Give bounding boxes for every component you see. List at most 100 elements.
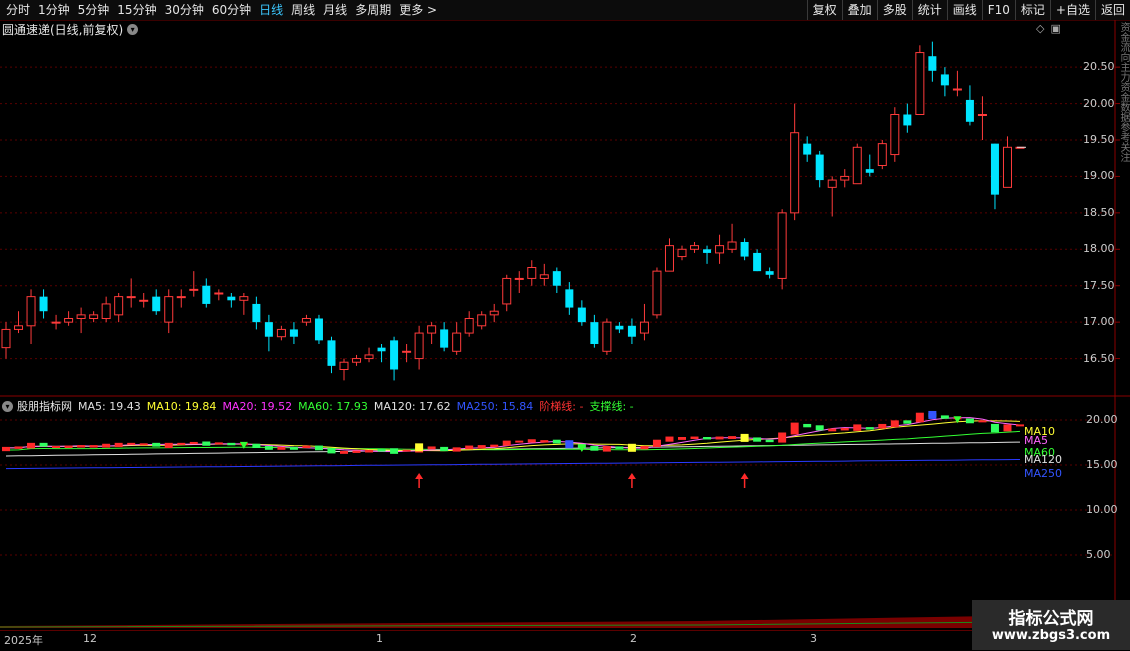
indicator-bar [289,446,298,450]
price-axis-label: 19.00 [1083,169,1115,183]
candle-body [64,318,74,323]
indicator-bar [915,412,924,423]
candle-body [840,175,850,181]
indicator-bar [803,423,812,428]
candle-body [565,289,574,308]
candle-body [152,296,161,312]
candle-body [352,358,362,363]
indicator-bar [202,441,211,446]
indicator-bar [427,446,436,450]
candle-body [552,271,561,286]
chart-canvas[interactable] [0,0,1130,650]
indicator-bar [640,446,649,450]
indicator-bar [502,440,511,446]
ma-value-label: MA60: 17.93 [298,399,368,413]
candle-body [677,248,687,258]
candle-body [139,299,149,302]
candle-body [477,314,487,327]
ma-value-label: MA250: 15.84 [456,399,534,413]
candle-body [227,296,236,301]
candle-body [527,267,537,279]
candle-body [26,296,36,327]
indicator-bar [227,442,236,446]
indicator-bar [728,436,737,439]
candle-body [514,277,524,280]
candle-body [76,314,86,320]
indicator-bar [965,418,974,424]
indicator-bar [64,445,73,448]
date-label-feb: 2 [630,632,637,645]
candle-body [314,318,323,341]
indicator-bar [590,446,599,451]
indicator-line-label: MA120 [1024,453,1063,466]
indicator-bar [27,442,36,449]
indicator-bar [940,415,949,419]
support-line-label: 支撑线: - [589,400,634,413]
indicator-bar [978,420,987,423]
watermark-url: www.zbgs3.com [991,628,1111,643]
candle-body [289,329,298,337]
price-axis-label: 20.50 [1083,60,1115,74]
candle-body [877,143,887,166]
candle-body [903,114,912,126]
indicator-bar [340,450,348,454]
indicator-bar [152,442,161,447]
indicator-bar [102,443,111,448]
signal-box [928,410,937,419]
candle-body [264,322,273,337]
candle-body [753,252,762,272]
indicator-bar [527,439,536,443]
date-label-jan: 1 [376,632,383,645]
indicator-bar [402,449,411,452]
candle-body [114,296,124,316]
indicator-axis-label: 15.00 [1086,458,1118,471]
ma250-line [5,459,1021,470]
candle-body [126,296,136,299]
indicator-bar [615,446,624,449]
date-label-mar: 3 [810,632,817,645]
candle-body [51,321,61,324]
price-axis-label: 19.50 [1083,133,1115,146]
ma-value-list: MA5: 19.43 MA10: 19.84 MA20: 19.52 MA60: 17… [78,400,539,413]
candle-body [639,321,649,334]
candle-body [252,303,261,323]
buy-arrow-head [415,473,424,479]
candle-body [502,277,512,305]
candle-body [940,74,949,86]
indicator-bar [678,437,686,440]
watermark: 指标公式网 www.zbgs3.com [972,600,1130,650]
indicator-bar [39,442,48,447]
date-axis: 2025年 12 1 2 3 [0,630,1130,651]
indicator-bar [552,439,561,444]
candle-body [577,307,586,323]
ma-value-label: MA10: 19.84 [146,399,217,413]
signal-box [627,443,636,452]
candle-body [965,99,974,122]
candle-body [727,241,737,250]
candle-body [440,329,449,348]
indicator-bar [765,439,774,443]
indicator-bar [14,446,23,449]
ma-value-label: MA120: 17.62 [373,399,451,413]
candle-body [664,245,674,272]
chevron-down-icon[interactable]: ▾ [2,400,13,412]
candle-body [815,154,824,181]
candle-body [852,146,862,185]
price-axis-label: 18.00 [1083,242,1115,256]
indicator-bar [89,445,98,448]
indicator-axis-label: 20.00 [1086,413,1118,426]
indicator-bar [477,445,486,449]
indicator-bar [264,446,273,450]
indicator-bar [878,423,887,429]
ma-value-label: MA5: 19.43 [78,399,141,413]
indicator-axis-label: 5.00 [1086,548,1111,561]
candle-body [189,288,199,291]
candle-body [39,296,48,312]
signal-box [565,440,574,449]
candle-body [990,143,999,195]
candle-body [1,328,11,349]
indicator-bar [540,440,549,443]
indicator-bar [114,442,123,448]
indicator-bar [52,446,61,448]
indicator-bar [452,447,461,452]
